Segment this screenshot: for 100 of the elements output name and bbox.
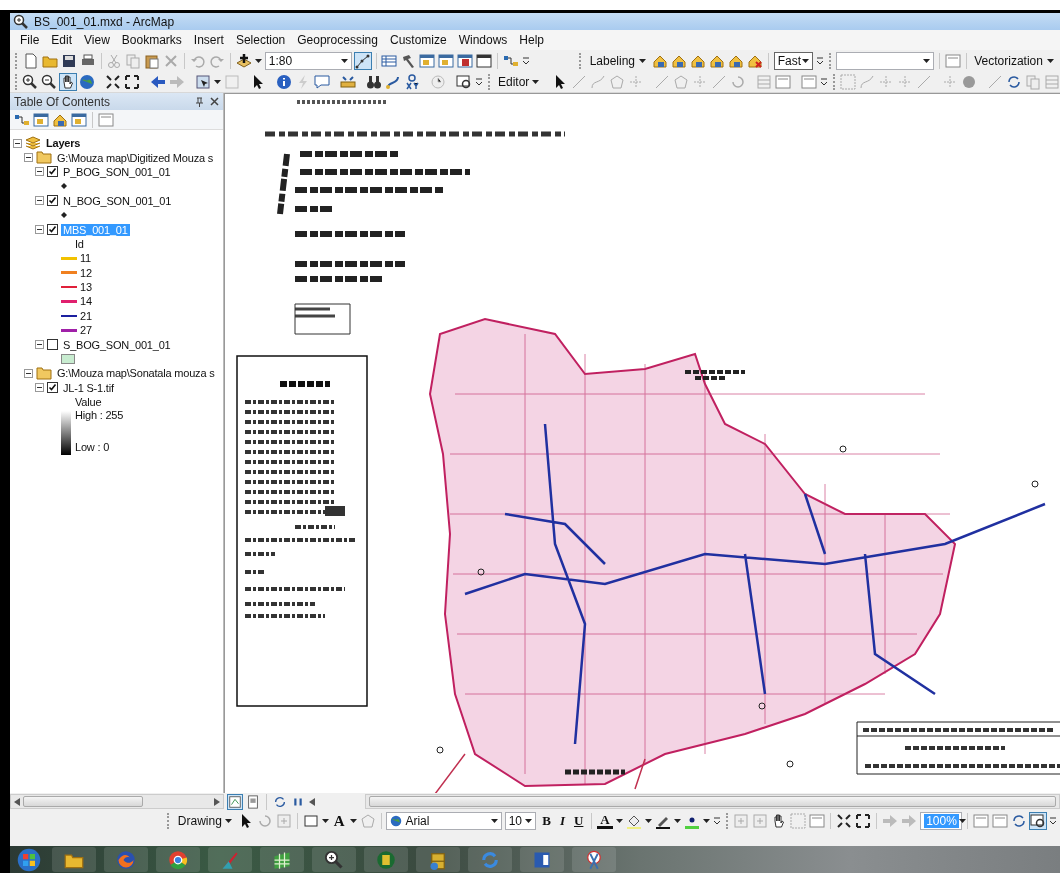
- scroll-right-icon[interactable]: [214, 797, 220, 806]
- scrollbar-thumb[interactable]: [23, 796, 143, 807]
- refresh-icon[interactable]: [273, 794, 287, 809]
- fox-browser-icon[interactable]: [104, 847, 148, 872]
- toolbar-overflow-icon[interactable]: [1049, 817, 1057, 825]
- table-icon[interactable]: [381, 53, 398, 69]
- font-dropdown[interactable]: Arial: [386, 812, 502, 830]
- bold-button[interactable]: B: [539, 813, 554, 829]
- collapse-toggle[interactable]: [35, 383, 44, 393]
- menu-item[interactable]: File: [14, 33, 46, 47]
- menu-item[interactable]: Geoprocessing: [291, 33, 384, 47]
- zoom-in-icon[interactable]: [22, 74, 38, 90]
- data-driven-pages-icon[interactable]: [1030, 813, 1046, 829]
- caret-icon[interactable]: [254, 59, 262, 63]
- console-window-icon[interactable]: [476, 53, 493, 69]
- zoom-in-icon[interactable]: [836, 813, 853, 829]
- dropdown-caret-icon[interactable]: [922, 59, 930, 63]
- menu-item[interactable]: View: [78, 33, 116, 47]
- model-builder-icon[interactable]: [503, 53, 520, 69]
- italic-button[interactable]: I: [556, 813, 568, 829]
- layer-checkbox[interactable]: [47, 382, 58, 394]
- labeling-menu[interactable]: Labeling: [586, 53, 649, 69]
- caret-icon[interactable]: [615, 819, 623, 823]
- layer-name[interactable]: S_BOG_SON_001_01: [61, 338, 173, 351]
- close-icon[interactable]: [210, 96, 219, 106]
- popup-icon[interactable]: [314, 74, 330, 90]
- dropdown-caret-icon[interactable]: [801, 59, 809, 63]
- caret-icon[interactable]: [214, 80, 221, 84]
- layer-checkbox[interactable]: [47, 339, 58, 351]
- label-quality-dropdown[interactable]: Fast: [773, 52, 813, 70]
- globe-icon[interactable]: [79, 74, 95, 90]
- scroll-left-icon[interactable]: [309, 797, 315, 806]
- map-scale-field[interactable]: 1:80: [264, 52, 352, 70]
- caret-icon[interactable]: [532, 80, 540, 84]
- zoom-out-icon[interactable]: [41, 74, 57, 90]
- select-features-icon[interactable]: [195, 74, 211, 90]
- menu-item[interactable]: Windows: [452, 33, 514, 47]
- font-color-button[interactable]: A: [597, 813, 613, 829]
- scrollbar-thumb[interactable]: [369, 796, 1056, 807]
- toolbar-overflow-icon[interactable]: [522, 57, 531, 65]
- menu-item[interactable]: Edit: [45, 33, 79, 47]
- collapse-toggle[interactable]: [35, 196, 44, 206]
- search-window-icon[interactable]: [438, 53, 455, 69]
- layer-checkbox[interactable]: [47, 166, 58, 178]
- hammer-icon[interactable]: [400, 53, 417, 69]
- menu-item[interactable]: Customize: [383, 33, 453, 47]
- binoculars-icon[interactable]: [366, 74, 382, 90]
- toolbox-window-icon[interactable]: [457, 53, 474, 69]
- collapse-toggle[interactable]: [13, 138, 22, 148]
- unplaced-labels-icon[interactable]: [747, 53, 763, 69]
- refresh-icon[interactable]: [1006, 74, 1023, 90]
- collapse-toggle[interactable]: [35, 225, 44, 235]
- edit-tool-icon[interactable]: [354, 53, 371, 69]
- collapse-toggle[interactable]: [35, 167, 44, 177]
- caret-icon[interactable]: [639, 59, 646, 63]
- layer-checkbox[interactable]: [47, 195, 58, 207]
- caret-icon[interactable]: [702, 819, 710, 823]
- editor-menu[interactable]: Editor: [495, 74, 543, 90]
- dropdown-caret-icon[interactable]: [525, 819, 533, 823]
- go-to-xy-icon[interactable]: [404, 74, 420, 90]
- file-cabinet-icon[interactable]: [416, 847, 460, 872]
- pin-icon[interactable]: [195, 96, 204, 107]
- add-data-icon[interactable]: [235, 53, 252, 69]
- layout-view-icon[interactable]: [246, 794, 260, 809]
- collapse-toggle[interactable]: [24, 368, 33, 378]
- new-text-button[interactable]: A: [331, 812, 347, 830]
- layer-name[interactable]: N_BOG_SON_001_01: [61, 194, 174, 207]
- zoom-out-icon[interactable]: [855, 813, 872, 829]
- scroll-left-icon[interactable]: [14, 797, 20, 806]
- viewer-window-icon[interactable]: [456, 74, 472, 90]
- globe-taskbar-icon[interactable]: [364, 847, 408, 872]
- dropdown-caret-icon[interactable]: [340, 59, 348, 63]
- layer-name[interactable]: P_BOG_SON_001_01: [61, 165, 173, 178]
- vectorization-menu[interactable]: Vectorization: [971, 53, 1057, 69]
- pan-hand-icon[interactable]: [60, 74, 76, 90]
- change-layout-icon[interactable]: [1011, 813, 1027, 829]
- ring-browser-icon[interactable]: [156, 847, 200, 872]
- folder-taskbar-icon[interactable]: [52, 847, 96, 872]
- caret-icon[interactable]: [349, 819, 357, 823]
- clock-icon[interactable]: [430, 74, 446, 90]
- horizontal-scrollbar[interactable]: [365, 794, 1060, 809]
- toolbar-overflow-icon[interactable]: [475, 78, 483, 86]
- menu-item[interactable]: Help: [513, 33, 551, 47]
- collapse-toggle[interactable]: [35, 340, 44, 350]
- word-document-icon[interactable]: [520, 847, 564, 872]
- collapse-toggle[interactable]: [24, 153, 33, 163]
- paste-icon[interactable]: [144, 53, 161, 69]
- layer-name[interactable]: JL-1 S-1.tif: [61, 381, 116, 394]
- dropdown-caret-icon[interactable]: [490, 819, 498, 823]
- drawing-menu[interactable]: Drawing: [174, 813, 235, 829]
- route-icon[interactable]: [385, 74, 401, 90]
- horizontal-scrollbar[interactable]: [10, 794, 224, 809]
- spreadsheet-icon[interactable]: [260, 847, 304, 872]
- layer-name[interactable]: G:\Mouza map\Sonatala mouza s: [55, 367, 217, 380]
- fill-color-icon[interactable]: [625, 813, 642, 829]
- magnifier-taskbar-icon[interactable]: [312, 847, 356, 872]
- scissors-taskbar-icon[interactable]: [572, 847, 616, 872]
- caret-icon[interactable]: [644, 819, 652, 823]
- toolbar-overflow-icon[interactable]: [820, 78, 829, 86]
- layer-checkbox[interactable]: [47, 224, 58, 236]
